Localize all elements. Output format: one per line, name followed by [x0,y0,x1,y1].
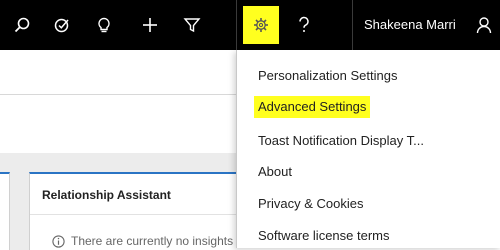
tasks-icon [54,18,69,33]
menu-item-personalization-settings[interactable]: Personalization Settings [258,65,397,87]
help-icon [299,16,309,32]
person-icon [476,17,492,34]
user-name[interactable]: Shakeena Marri [364,0,456,50]
menu-item-about[interactable]: About [258,161,292,183]
panel-message-text: There are currently no insights [71,234,234,248]
left-panel [0,172,10,250]
nav-divider [352,0,353,50]
help-button[interactable] [282,0,326,50]
info-icon [52,234,65,248]
tasks-button[interactable] [40,0,84,50]
settings-dropdown-menu: Personalization Settings Advanced Settin… [236,50,500,248]
menu-item-advanced-settings[interactable]: Advanced Settings [254,96,371,118]
panel-title: Relationship Assistant [42,188,171,202]
plus-icon [143,18,157,32]
user-profile-button[interactable] [462,0,500,50]
settings-button[interactable] [243,6,279,44]
filter-button[interactable] [170,0,214,50]
lightbulb-icon [98,17,110,33]
nav-divider [236,0,237,50]
panel-empty-message: There are currently no insights [52,234,233,248]
gear-icon [254,18,268,32]
menu-item-software-license-terms[interactable]: Software license terms [258,225,390,247]
menu-item-privacy-cookies[interactable]: Privacy & Cookies [258,193,363,215]
search-button[interactable] [0,0,44,50]
search-icon [14,17,30,33]
filter-icon [183,18,201,33]
ideas-button[interactable] [82,0,126,50]
menu-item-toast-notification[interactable]: Toast Notification Display T... [258,130,424,152]
new-record-button[interactable] [128,0,172,50]
top-navigation-bar: Shakeena Marri [0,0,500,50]
